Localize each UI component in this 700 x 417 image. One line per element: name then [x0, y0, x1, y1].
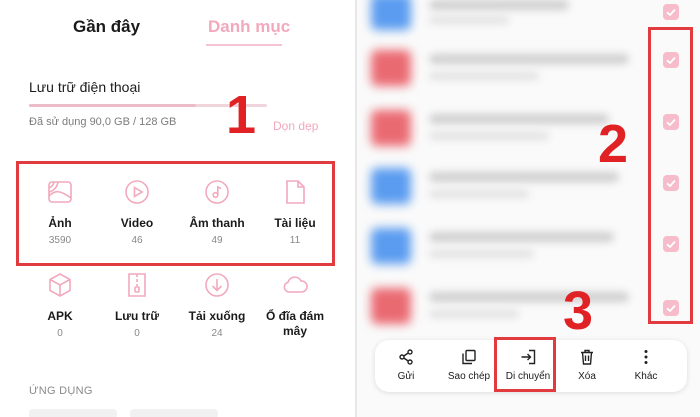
file-meta-blurred: [429, 250, 534, 258]
category-archive[interactable]: Lưu trữ 0: [97, 271, 177, 339]
share-icon: [397, 348, 415, 366]
clean-button[interactable]: Dọn dẹp: [273, 119, 318, 133]
trash-icon: [578, 348, 596, 366]
file-meta-blurred: [429, 72, 539, 80]
app-item[interactable]: [29, 409, 117, 417]
category-count: 0: [57, 328, 63, 339]
file-thumbnail: [371, 0, 411, 30]
copy-button[interactable]: Sao chép: [438, 340, 500, 392]
delete-label: Xóa: [578, 371, 596, 382]
check-icon: [666, 8, 676, 17]
checkbox-checked[interactable]: [663, 4, 679, 20]
category-apk[interactable]: APK 0: [20, 271, 100, 339]
file-meta-blurred: [429, 132, 549, 140]
step-number-3: 3: [563, 281, 594, 341]
highlight-box-checkboxes: [648, 27, 693, 324]
file-name-blurred: [429, 0, 569, 10]
storage-progress-fill: [29, 104, 196, 107]
highlight-box-move-button: [494, 337, 556, 392]
category-count: 0: [134, 328, 140, 339]
file-thumbnail: [371, 288, 411, 324]
more-button[interactable]: Khác: [615, 340, 677, 392]
file-name-blurred: [429, 232, 614, 242]
category-downloads[interactable]: Tải xuống 24: [177, 271, 257, 339]
file-thumbnail: [371, 50, 411, 86]
tab-category[interactable]: Danh mục: [208, 17, 290, 37]
apps-section-title: ỨNG DỤNG: [29, 385, 93, 397]
highlight-box-categories: [16, 161, 335, 266]
storage-title[interactable]: Lưu trữ điện thoại: [29, 79, 140, 95]
step-number-1: 1: [226, 85, 257, 145]
step-number-2: 2: [598, 114, 629, 174]
send-label: Gửi: [397, 371, 415, 382]
category-cloud[interactable]: Ổ đĩa đám mây: [255, 271, 335, 339]
delete-button[interactable]: Xóa: [556, 340, 618, 392]
file-thumbnail: [371, 168, 411, 204]
file-meta-blurred: [429, 190, 529, 198]
tab-bar: Gần đây Danh mục: [0, 0, 355, 58]
send-button[interactable]: Gửi: [375, 340, 437, 392]
file-name-blurred: [429, 172, 619, 182]
tab-recent[interactable]: Gần đây: [73, 17, 140, 37]
file-thumbnail: [371, 110, 411, 146]
file-name-blurred: [429, 54, 629, 64]
more-label: Khác: [634, 371, 658, 382]
package-icon: [46, 271, 74, 299]
archive-icon: [123, 271, 151, 299]
app-item[interactable]: [130, 409, 218, 417]
copy-label: Sao chép: [447, 371, 491, 382]
file-meta-blurred: [429, 16, 509, 24]
file-thumbnail: [371, 228, 411, 264]
category-label: Tải xuống: [188, 309, 246, 323]
more-vertical-icon: [637, 348, 655, 366]
category-count: 24: [211, 328, 223, 339]
category-label: Ổ đĩa đám mây: [265, 309, 324, 338]
category-label: APK: [47, 309, 73, 323]
file-name-blurred: [429, 114, 609, 124]
download-icon: [203, 271, 231, 299]
copy-icon: [460, 348, 478, 366]
cloud-icon: [281, 271, 309, 299]
file-name-blurred: [429, 292, 629, 302]
active-tab-indicator: [206, 44, 282, 46]
storage-used-text: Đã sử dụng 90,0 GB / 128 GB: [29, 116, 177, 128]
category-label: Lưu trữ: [114, 309, 160, 323]
file-meta-blurred: [429, 310, 519, 318]
